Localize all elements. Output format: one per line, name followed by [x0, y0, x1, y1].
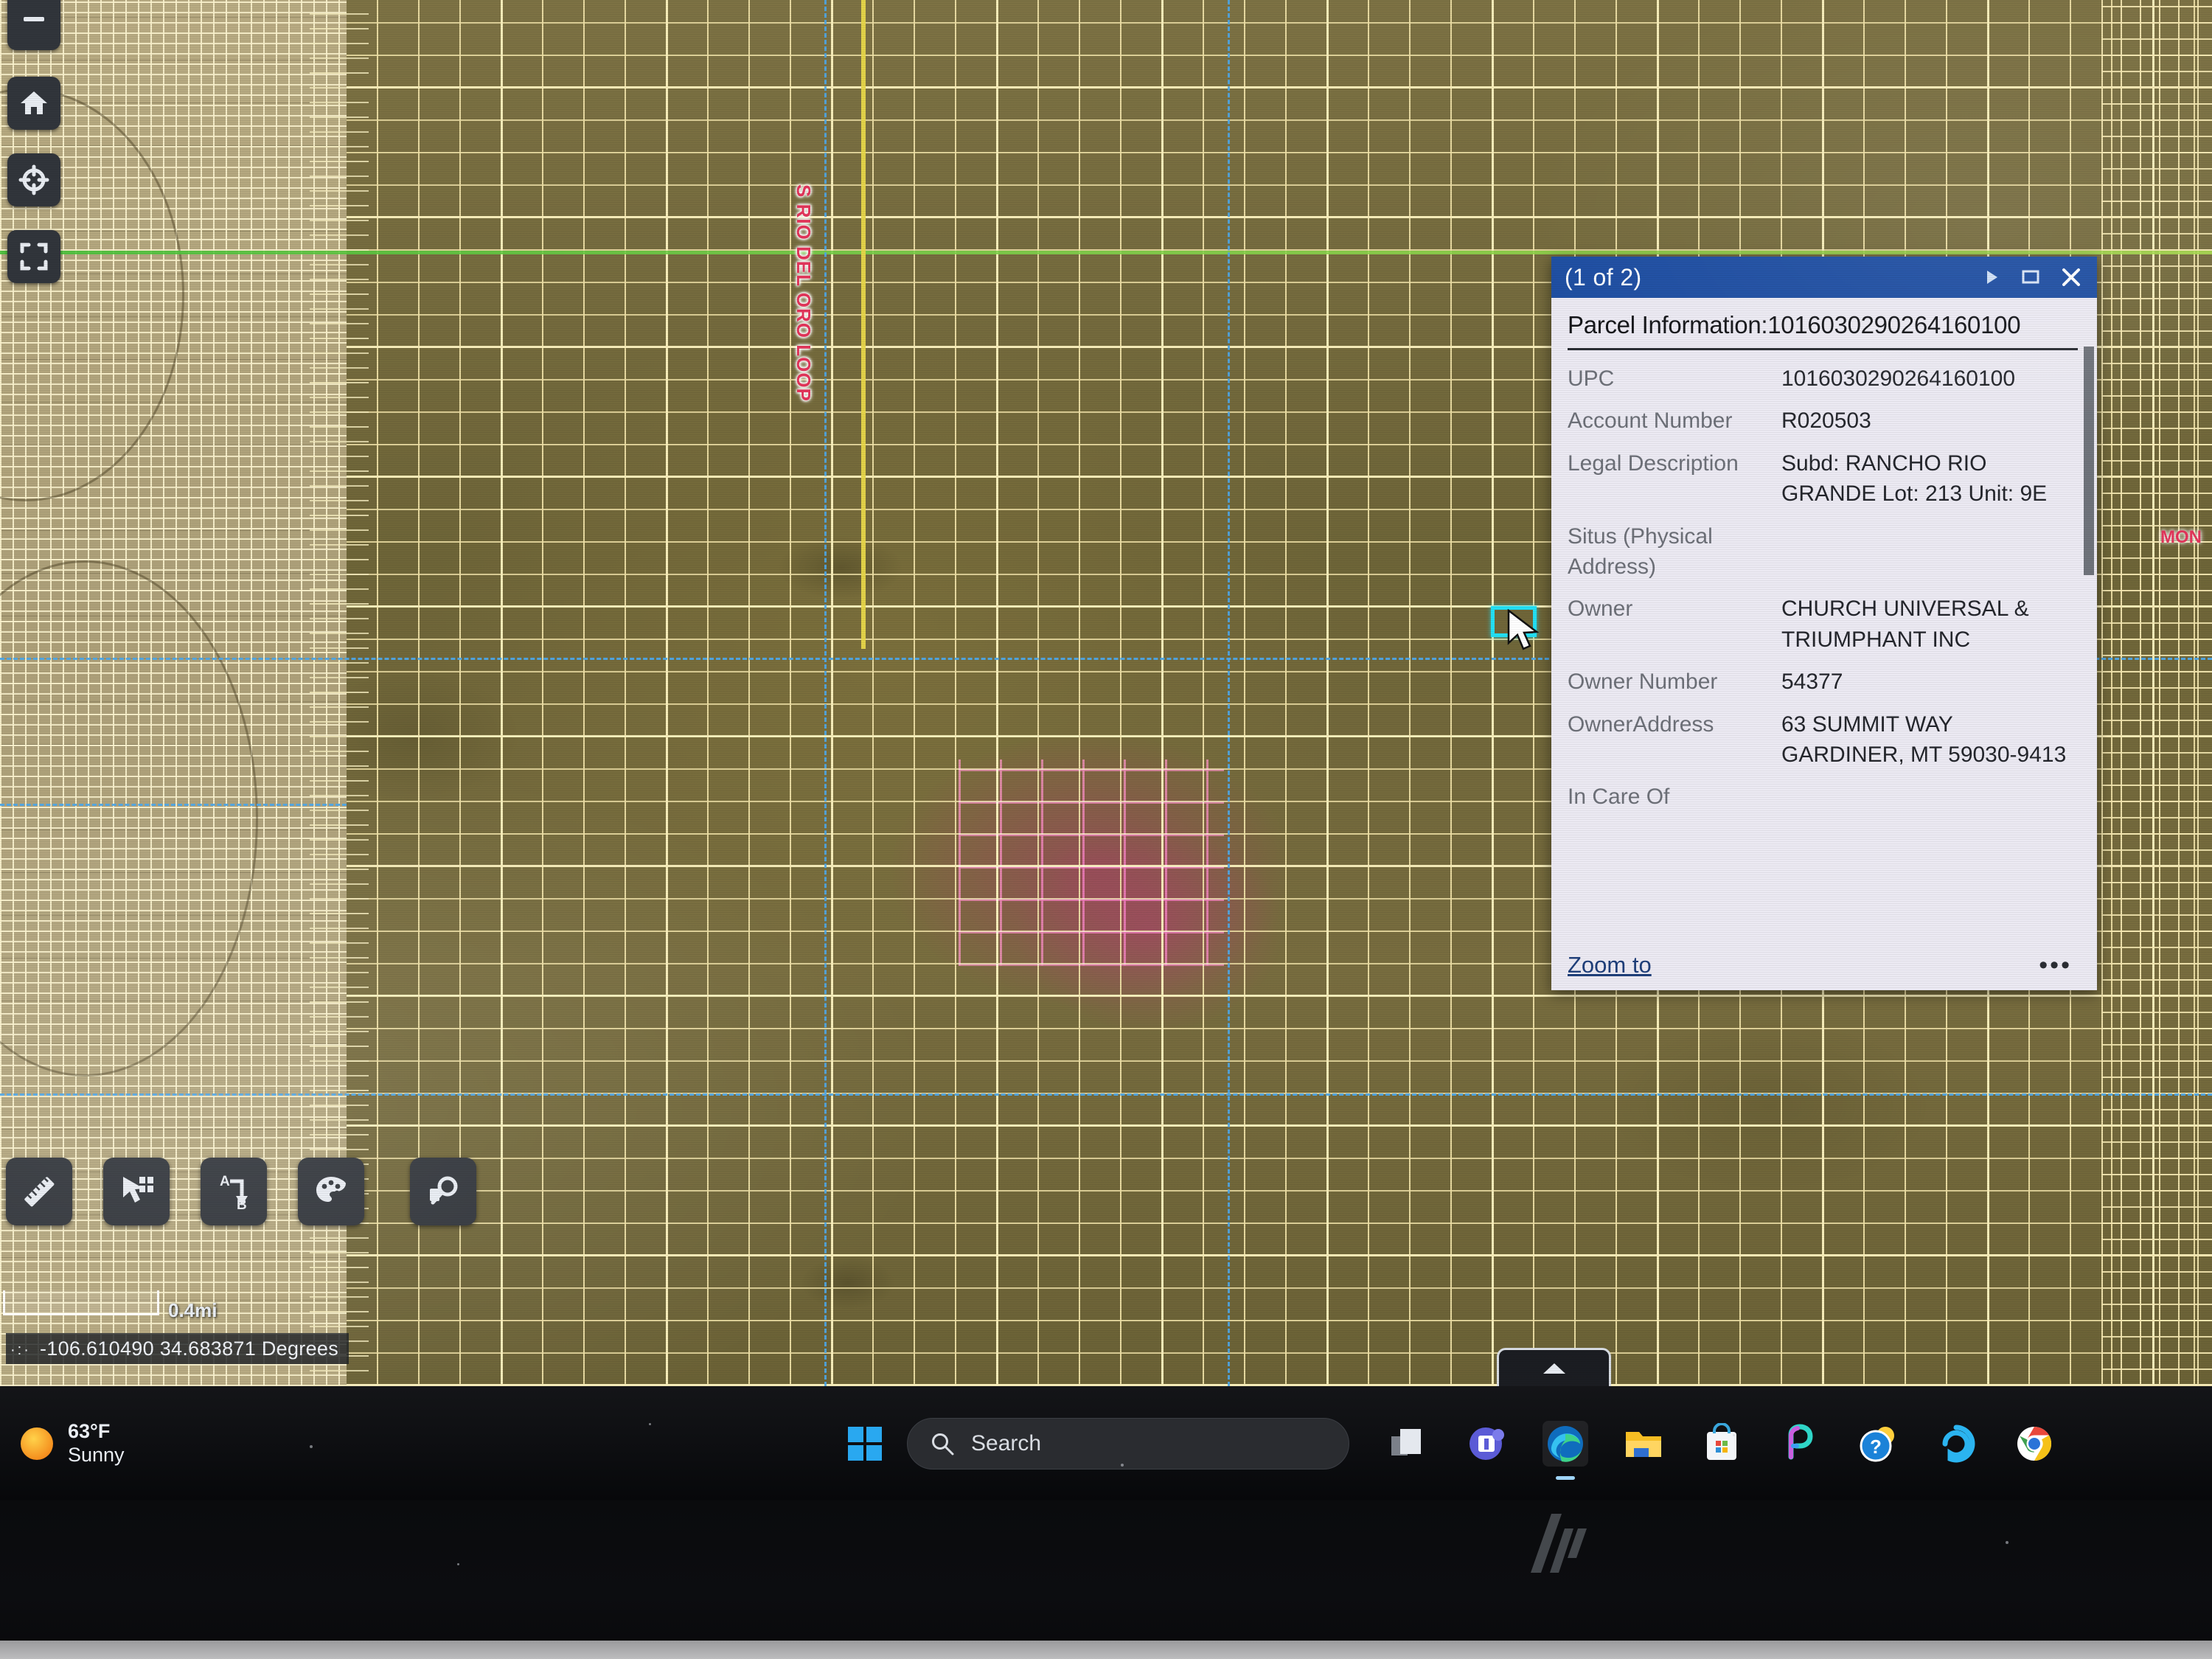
dust-speck	[649, 1423, 651, 1425]
basemap-gallery-button[interactable]	[298, 1158, 364, 1225]
boundary-line-blue	[0, 804, 347, 806]
taskbar-icon-task-view[interactable]	[1386, 1421, 1432, 1467]
popup-field-row: Account Number R020503	[1568, 406, 2078, 436]
taskbar-icon-copilot[interactable]	[1777, 1421, 1823, 1467]
parcel-grid-dense-right	[2101, 0, 2212, 1386]
field-label: In Care Of	[1568, 785, 1670, 810]
taskbar-icon-chrome[interactable]	[2011, 1421, 2057, 1467]
highlighted-parcels-layer	[959, 759, 1224, 966]
popup-field-row: Owner CHURCH UNIVERSAL & TRIUMPHANT INC	[1568, 594, 2078, 655]
field-value: R020503	[1781, 408, 1871, 434]
weather-condition: Sunny	[68, 1443, 125, 1466]
scale-bar-label: 0.4mi	[168, 1299, 218, 1321]
search-input[interactable]: Search	[907, 1417, 1349, 1470]
popup-field-row: Situs (Physical Address)	[1568, 521, 2078, 582]
zoom-out-button[interactable]	[7, 0, 60, 50]
popup-field-row: Owner Number 54377	[1568, 667, 2078, 697]
field-value: 1016030290264160100	[1781, 366, 2016, 391]
dust-speck	[1733, 1434, 1735, 1436]
popup-footer: Zoom to •••	[1551, 940, 2097, 990]
select-features-button[interactable]	[103, 1158, 170, 1225]
weather-widget[interactable]: 63°F Sunny	[21, 1420, 125, 1467]
field-value: 54377	[1781, 669, 1843, 695]
popup-content: Parcel Information:1016030290264160100 U…	[1551, 298, 2097, 940]
taskbar-icon-microsoft-store[interactable]	[1699, 1421, 1745, 1467]
more-options-icon[interactable]: •••	[2039, 952, 2072, 978]
desk-surface	[0, 1641, 2212, 1659]
taskbar-icon-teams[interactable]	[1464, 1421, 1510, 1467]
popup-heading: Parcel Information:1016030290264160100	[1568, 311, 2078, 350]
coordinate-crosshair-icon: ·:·	[10, 1342, 31, 1358]
taskbar-icon-file-explorer[interactable]	[1621, 1421, 1666, 1467]
taskbar-icon-edge[interactable]	[1543, 1420, 1588, 1467]
field-value: Subd: RANCHO RIO GRANDE Lot: 213 Unit: 9…	[1781, 451, 2048, 507]
weather-temperature: 63°F	[68, 1419, 111, 1442]
popup-field-row: Legal Description Subd: RANCHO RIO GRAND…	[1568, 448, 2078, 509]
boundary-line-blue	[0, 1093, 2212, 1096]
dust-speck	[2006, 1541, 2008, 1544]
field-value: 63 SUMMIT WAY GARDINER, MT 59030-9413	[1781, 712, 2067, 767]
street-label-mon: MON	[2160, 527, 2202, 547]
parcel-info-popup[interactable]: (1 of 2) Parcel Information:101603029026…	[1551, 257, 2097, 990]
boundary-line-blue-vertical	[1228, 0, 1230, 1386]
zoom-to-link[interactable]: Zoom to	[1568, 952, 1652, 978]
sun-icon	[21, 1427, 53, 1460]
field-label: Situs (Physical Address)	[1568, 524, 1713, 579]
windows-taskbar[interactable]: 63°F Sunny Search ?	[0, 1386, 2212, 1500]
road-centerline	[861, 0, 866, 649]
dust-speck	[457, 1563, 459, 1565]
taskbar-icon-get-help[interactable]: ?	[1855, 1421, 1901, 1467]
maximize-icon[interactable]	[2020, 267, 2041, 288]
monitor-bezel	[0, 1500, 2212, 1659]
coordinate-readout: -106.610490 34.683871 Degrees	[6, 1333, 349, 1364]
measure-tool-button[interactable]	[6, 1158, 72, 1225]
svg-text:B: B	[237, 1197, 247, 1211]
taskbar-icon-alexa[interactable]	[1933, 1421, 1979, 1467]
coordinate-text: -106.610490 34.683871 Degrees	[40, 1337, 339, 1360]
directions-button[interactable]: A B	[201, 1158, 267, 1225]
field-label: Owner Number	[1568, 669, 1718, 695]
home-extent-button[interactable]	[7, 77, 60, 130]
popup-record-counter: (1 of 2)	[1565, 263, 1642, 291]
next-arrow-icon[interactable]	[1982, 268, 2001, 287]
field-value	[1781, 521, 2078, 582]
street-label-rio-del-oro-loop: S RIO DEL ORO LOOP	[793, 184, 815, 402]
scale-bar	[3, 1290, 159, 1315]
boundary-line-blue-vertical	[824, 0, 827, 1386]
svg-text:A: A	[220, 1174, 230, 1189]
field-label: Legal Description	[1568, 451, 1739, 476]
field-label: Account Number	[1568, 408, 1733, 434]
svg-text:?: ?	[1870, 1436, 1882, 1458]
hp-logo	[1531, 1514, 1587, 1573]
popup-field-row: UPC 1016030290264160100	[1568, 364, 2078, 394]
locate-me-button[interactable]	[7, 153, 60, 206]
search-features-button[interactable]	[410, 1158, 476, 1225]
field-value	[1781, 782, 2078, 812]
boundary-line-green	[0, 251, 2212, 254]
popup-scrollbar-thumb[interactable]	[2084, 347, 2094, 575]
map-application[interactable]: S RIO DEL ORO LOOP MON A B 0.4mi -106.61…	[0, 0, 2212, 1386]
close-icon[interactable]	[2060, 266, 2082, 288]
popup-title-bar: (1 of 2)	[1551, 257, 2097, 298]
popup-field-row: In Care Of	[1568, 782, 2078, 812]
fullscreen-button[interactable]	[7, 230, 60, 283]
start-button[interactable]	[848, 1426, 882, 1461]
field-label: OwnerAddress	[1568, 712, 1714, 737]
search-placeholder: Search	[971, 1430, 1042, 1455]
field-label: UPC	[1568, 366, 1615, 391]
field-value: CHURCH UNIVERSAL & TRIUMPHANT INC	[1781, 597, 2029, 652]
dust-speck	[1121, 1464, 1124, 1467]
expand-bottom-panel-button[interactable]	[1497, 1348, 1611, 1386]
dust-speck	[310, 1445, 313, 1448]
popup-field-row: OwnerAddress 63 SUMMIT WAY GARDINER, MT …	[1568, 709, 2078, 771]
search-icon	[932, 1433, 954, 1455]
field-label: Owner	[1568, 597, 1633, 622]
